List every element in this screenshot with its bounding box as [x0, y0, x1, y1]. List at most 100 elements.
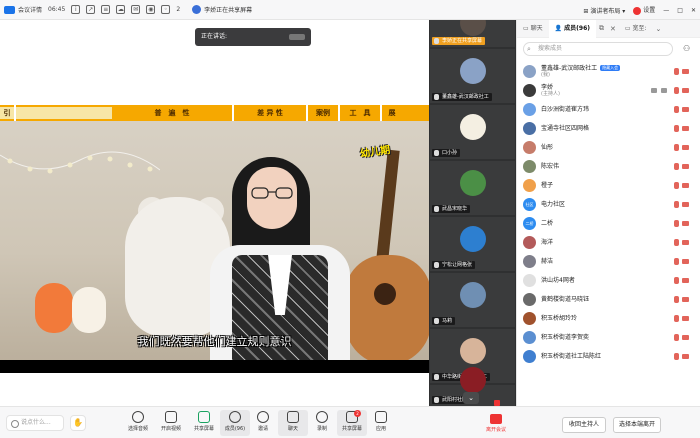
video-button[interactable]: 开启视频	[156, 410, 186, 436]
people-icon[interactable]: ◦	[161, 5, 171, 14]
list-item[interactable]: 仙彤	[517, 138, 700, 157]
camera-off-icon[interactable]	[682, 278, 689, 283]
camera-off-icon[interactable]	[682, 240, 689, 245]
members-button[interactable]: 成员(96)	[220, 410, 250, 436]
settings-button[interactable]: 设置	[633, 5, 655, 15]
mic-muted-icon[interactable]	[674, 201, 679, 208]
camera-off-icon[interactable]	[682, 297, 689, 302]
tab-expand[interactable]: ▭ 宽至:	[619, 20, 653, 38]
list-item[interactable]: 白沙洲街道崔方玮	[517, 100, 700, 119]
glasses-icon	[251, 187, 293, 199]
camera-off-icon[interactable]	[682, 126, 689, 131]
list-item[interactable]: 赫洁	[517, 252, 700, 271]
thumbnail-tile[interactable]: 董鑫雄-武汉邮政社工	[430, 49, 515, 103]
raise-hand-icon[interactable]: ✋	[70, 415, 86, 431]
messages-icon[interactable]: ✉	[131, 5, 141, 14]
mic-muted-icon[interactable]	[674, 163, 679, 170]
leave-option-button[interactable]: 选择本端离开	[613, 417, 661, 433]
mic-muted-icon[interactable]	[674, 68, 679, 75]
list-item[interactable]: 海洋	[517, 233, 700, 252]
tab-members[interactable]: 👤 成员(96)	[548, 19, 596, 38]
mic-muted-icon[interactable]	[674, 353, 679, 360]
camera-off-icon[interactable]	[682, 183, 689, 188]
chevron-down-icon[interactable]: ⌄	[463, 392, 479, 404]
add-user-icon	[257, 411, 269, 423]
camera-off-icon[interactable]	[682, 335, 689, 340]
list-item[interactable]: 积玉桥街道社工陆陈红	[517, 347, 700, 366]
app-logo-icon	[4, 5, 15, 14]
chevron-down-icon[interactable]: ⌄	[652, 25, 664, 33]
avatar	[523, 65, 536, 78]
guitar-hole	[374, 283, 396, 305]
mic-muted-icon[interactable]	[674, 315, 679, 322]
list-item[interactable]: 橙子	[517, 176, 700, 195]
list-item[interactable]: 社区 电力社区	[517, 195, 700, 214]
chat-quick-input[interactable]: 说点什么...	[6, 415, 64, 431]
camera-off-icon[interactable]	[682, 202, 689, 207]
list-item[interactable]: 李娇 (主持人)	[517, 81, 700, 100]
mic-muted-icon[interactable]	[674, 258, 679, 265]
camera-off-icon[interactable]	[682, 107, 689, 112]
thumbnail-tile[interactable]: 李娇正在共享屏幕	[430, 20, 515, 47]
thumbnail-tile[interactable]: 口小孙	[430, 105, 515, 159]
apps-button[interactable]: 应用	[366, 410, 396, 436]
list-item[interactable]: 二桥 二桥	[517, 214, 700, 233]
thumbnail-tile[interactable]: 马莉	[430, 273, 515, 327]
network-icon[interactable]: ≡	[101, 5, 111, 14]
record-icon[interactable]: ◉	[146, 5, 156, 14]
list-item[interactable]: 董鑫雄-武汉邮政社工 隐藏入会 (我)	[517, 62, 700, 81]
chat-button[interactable]: 聊天	[278, 410, 308, 436]
mic-muted-icon[interactable]	[674, 87, 679, 94]
camera-off-icon[interactable]	[682, 259, 689, 264]
mic-muted-icon[interactable]	[674, 125, 679, 132]
thumbnail-tile[interactable]: 武昌宋晓华	[430, 161, 515, 215]
top-bar: 会议详情 06:45 i ↗ ≡ ☁ ✉ ◉ ◦ 2 李娇正在共享屏幕 ⊞ 演讲…	[0, 0, 700, 20]
close-window-icon[interactable]: ✕	[691, 7, 696, 14]
member-name: 橙子	[541, 182, 554, 189]
speaking-label: 正在讲话:	[201, 33, 228, 40]
maximize-icon[interactable]: □	[677, 7, 683, 14]
member-search-input[interactable]: 搜索成员	[523, 42, 673, 56]
camera-off-icon[interactable]	[682, 88, 689, 93]
camera-off-icon[interactable]	[682, 221, 689, 226]
reclaim-host-button[interactable]: 收回主持人	[562, 417, 606, 433]
list-item[interactable]: 洪山坊4网者	[517, 271, 700, 290]
camera-off-icon[interactable]	[682, 69, 689, 74]
list-item[interactable]: 宝通寺社区四网格	[517, 119, 700, 138]
mic-muted-icon[interactable]	[674, 182, 679, 189]
mic-muted-icon[interactable]	[674, 296, 679, 303]
invite-button[interactable]: 邀请	[248, 410, 278, 436]
mic-muted-icon[interactable]	[674, 277, 679, 284]
list-item[interactable]: 积玉桥街道李贺奕	[517, 328, 700, 347]
mic-muted-icon[interactable]	[674, 106, 679, 113]
avatar	[523, 179, 536, 192]
camera-off-icon[interactable]	[682, 316, 689, 321]
close-panel-icon[interactable]: ✕	[607, 25, 619, 33]
camera-off-icon[interactable]	[682, 354, 689, 359]
thumbnail-tile[interactable]: 宁松让网格张	[430, 217, 515, 271]
share-screen-button[interactable]: 共享屏幕	[189, 410, 219, 436]
mic-muted-icon[interactable]	[674, 144, 679, 151]
mic-muted-icon[interactable]	[674, 220, 679, 227]
record-button[interactable]: 录制	[307, 410, 337, 436]
audio-button[interactable]: 选择音频	[123, 410, 153, 436]
member-name: 李娇	[541, 83, 554, 91]
minimize-icon[interactable]: —	[663, 7, 669, 14]
camera-off-icon[interactable]	[682, 145, 689, 150]
info-icon[interactable]: i	[71, 5, 81, 14]
share-link-icon[interactable]: ↗	[86, 5, 96, 14]
tab-chat[interactable]: ▭ 聊天	[517, 20, 549, 38]
add-member-icon[interactable]: ⚇	[683, 44, 690, 53]
popout-icon[interactable]: ⧉	[596, 24, 607, 33]
list-item[interactable]: 陈宏伟	[517, 157, 700, 176]
mic-muted-icon[interactable]	[674, 239, 679, 246]
mic-muted-icon[interactable]	[674, 334, 679, 341]
sharing-switch-button[interactable]: 2 共享屏幕	[337, 410, 367, 436]
meeting-details-link[interactable]: 会议详情	[18, 5, 42, 14]
list-item[interactable]: 积玉桥胡玲玲	[517, 309, 700, 328]
cloud-icon[interactable]: ☁	[116, 5, 126, 14]
leave-meeting-button[interactable]: 离开会议	[484, 412, 508, 436]
list-item[interactable]: 黄鹤楼街道马晓钰	[517, 290, 700, 309]
layout-button[interactable]: ⊞ 演讲者布局 ▾	[583, 6, 625, 15]
camera-off-icon[interactable]	[682, 164, 689, 169]
